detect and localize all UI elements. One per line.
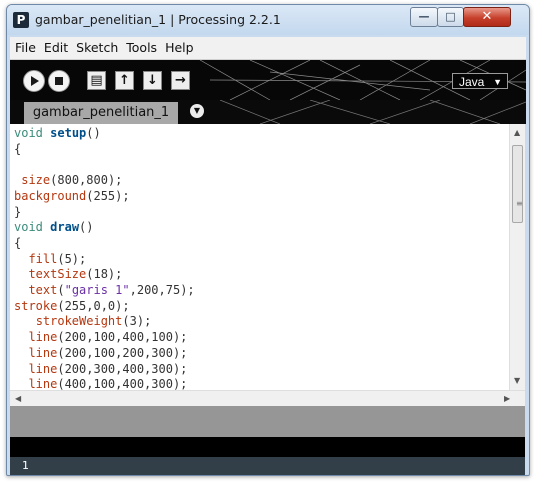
title-bar[interactable]: P gambar_penelitian_1 | Processing 2.2.1…: [7, 5, 529, 35]
close-button[interactable]: ✕: [463, 7, 511, 27]
code-line: background(255);: [14, 188, 130, 203]
code-line: {: [14, 235, 22, 250]
scroll-down-icon[interactable]: ▼: [514, 376, 520, 385]
horizontal-scrollbar[interactable]: ◀ ▶: [10, 390, 525, 406]
code-line: text("garis 1",200,75);: [28, 283, 195, 298]
toolbar: ▤ ↑ ↓ → Java ▼: [10, 60, 526, 100]
code-line: void setup(): [14, 126, 101, 140]
message-area: [10, 406, 525, 437]
scroll-left-icon[interactable]: ◀: [15, 394, 21, 403]
maximize-button[interactable]: □: [437, 7, 464, 27]
menu-bar: File Edit Sketch Tools Help: [10, 37, 526, 60]
chevron-down-icon: ▼: [493, 77, 502, 87]
tab-menu-chevron-down-icon[interactable]: ▼: [190, 104, 204, 118]
export-icon[interactable]: →: [171, 71, 190, 90]
processing-logo-icon: P: [13, 12, 29, 28]
code-line: line(200,100,400,100);: [28, 330, 188, 345]
tab-strip: gambar_penelitian_1 ▼: [10, 100, 526, 124]
vertical-scrollbar[interactable]: ▲ ≡ ▼: [509, 124, 525, 390]
menu-help[interactable]: Help: [162, 37, 197, 59]
scroll-up-icon[interactable]: ▲: [514, 128, 520, 137]
code-line: void draw(): [14, 220, 94, 235]
open-icon[interactable]: ↑: [115, 71, 134, 90]
close-icon: ✕: [481, 9, 493, 24]
code-line-0b: setup: [50, 126, 87, 140]
minimize-icon: —: [418, 10, 430, 23]
grip-icon: ≡: [516, 199, 523, 208]
minimize-button[interactable]: —: [410, 7, 438, 27]
console-area[interactable]: [10, 437, 525, 457]
window-title: gambar_penelitian_1 | Processing 2.2.1: [35, 12, 281, 27]
mode-selector[interactable]: Java ▼: [452, 73, 508, 89]
code-line: size(800,800);: [21, 173, 123, 188]
code-line: {: [14, 141, 22, 156]
menu-sketch[interactable]: Sketch: [73, 37, 121, 59]
code-line-0a: void: [14, 126, 43, 140]
maximize-icon: □: [445, 10, 456, 23]
code-line: }: [14, 204, 22, 219]
menu-edit[interactable]: Edit: [41, 37, 71, 59]
app-window: P gambar_penelitian_1 | Processing 2.2.1…: [6, 4, 530, 476]
code-text: void setup() { size(800,800); background…: [10, 124, 509, 390]
new-icon[interactable]: ▤: [87, 71, 106, 90]
code-line: strokeWeight(3);: [35, 314, 152, 329]
code-line: textSize(18);: [28, 267, 123, 282]
vertical-scroll-thumb[interactable]: ≡: [512, 145, 523, 223]
tab-gambar-penelitian-1[interactable]: gambar_penelitian_1: [24, 102, 178, 124]
line-number: 1: [22, 459, 29, 472]
menu-tools[interactable]: Tools: [123, 37, 160, 59]
run-icon[interactable]: [23, 70, 45, 92]
save-icon[interactable]: ↓: [143, 71, 162, 90]
code-line: line(200,300,400,300);: [28, 361, 188, 376]
code-line: stroke(255,0,0);: [14, 298, 130, 313]
scroll-right-icon[interactable]: ▶: [504, 394, 510, 403]
status-bar: 1: [10, 457, 525, 475]
menu-file[interactable]: File: [12, 37, 39, 59]
code-line: line(400,100,400,300);: [28, 377, 188, 390]
stop-icon[interactable]: [48, 70, 70, 92]
code-line: line(200,100,200,300);: [28, 345, 188, 360]
mode-label: Java: [459, 75, 485, 89]
code-line: fill(5);: [28, 251, 87, 266]
code-editor[interactable]: void setup() { size(800,800); background…: [10, 124, 509, 390]
